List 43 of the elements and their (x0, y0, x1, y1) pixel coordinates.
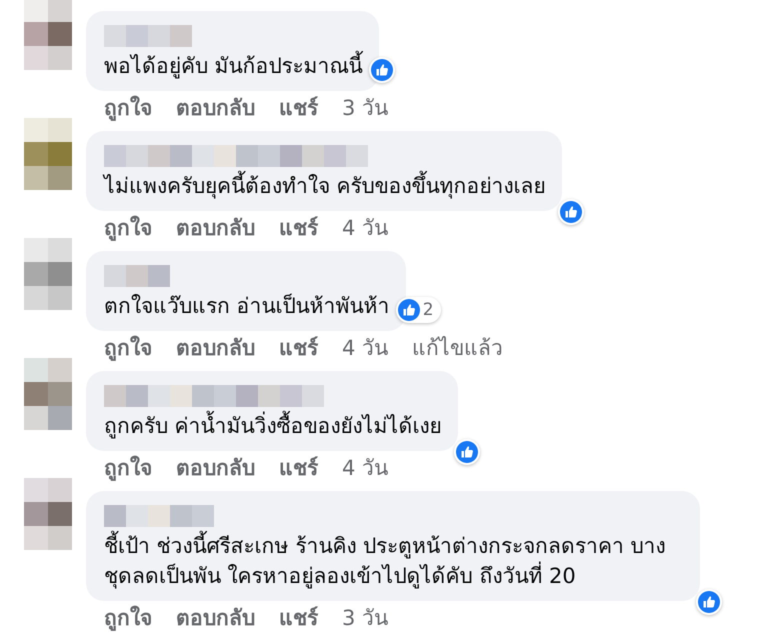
action-link[interactable]: ถูกใจ (104, 453, 152, 483)
action-link[interactable]: ถูกใจ (104, 213, 152, 243)
reaction-badge[interactable] (454, 439, 480, 465)
comment-text: ชี้เป้า ช่วงนี้ศรีสะเกษ ร้านคิง ประตูหน้าต่างกระจกลดราคา บาง ชุดลดเป็นพัน ใครหาอยู่ลองเข้าไปดูได้คับ ถึงวันที่ 20 (104, 531, 684, 591)
meta-text[interactable]: แก้ไขแล้ว (412, 333, 504, 363)
reaction-badge[interactable] (696, 589, 722, 615)
comment-text: ตกใจแว๊บแรก อ่านเป็นห้าพันห้า (104, 292, 390, 320)
avatar-placeholder (24, 0, 72, 70)
thumbs-up-icon (698, 591, 720, 613)
action-link[interactable]: แชร์ (279, 213, 318, 243)
reaction-badge[interactable] (368, 57, 395, 83)
action-link[interactable]: ตอบกลับ (176, 213, 255, 243)
meta-text[interactable]: 4 วัน (342, 453, 388, 483)
avatar-placeholder (24, 118, 72, 190)
action-link[interactable]: ตอบกลับ (176, 333, 255, 363)
action-link[interactable]: แชร์ (279, 603, 318, 633)
avatar-placeholder (24, 238, 72, 310)
blurred-name (104, 265, 170, 287)
reaction-badge[interactable] (558, 199, 584, 225)
reaction-count: 2 (422, 300, 435, 320)
thumbs-up-icon (398, 299, 420, 321)
meta-text[interactable]: 3 วัน (342, 603, 388, 633)
comment-text: ไม่แพงครับยุคนี้ต้องทำใจ ครับของขึ้นทุกอย่างเลย (104, 171, 546, 201)
avatar-placeholder (24, 358, 72, 430)
meta-text[interactable]: 4 วัน (342, 333, 388, 363)
action-link[interactable]: ถูกใจ (104, 603, 152, 633)
action-link[interactable]: ตอบกลับ (176, 603, 255, 633)
action-link[interactable]: แชร์ (279, 93, 318, 123)
action-link[interactable]: ถูกใจ (104, 93, 152, 123)
action-link[interactable]: ตอบกลับ (176, 453, 255, 483)
action-link[interactable]: ตอบกลับ (176, 93, 255, 123)
meta-text[interactable]: 3 วัน (342, 93, 388, 123)
thumbs-up-icon (456, 441, 478, 463)
reaction-badge[interactable]: 2 (396, 297, 441, 323)
action-link[interactable]: ถูกใจ (104, 333, 152, 363)
action-link[interactable]: แชร์ (279, 333, 318, 363)
comment-text: ถูกครับ ค่าน้ำมันวิ่งซื้อของยังไม่ได้เงย (104, 411, 442, 441)
action-link[interactable]: แชร์ (279, 453, 318, 483)
meta-text[interactable]: 4 วัน (342, 213, 388, 243)
thumbs-up-icon (560, 201, 582, 223)
avatar-placeholder (24, 478, 72, 550)
thumbs-up-icon (370, 59, 393, 81)
comment-text: พอได้อยู่คับ มันก้อประมาณนี้ (104, 51, 363, 81)
